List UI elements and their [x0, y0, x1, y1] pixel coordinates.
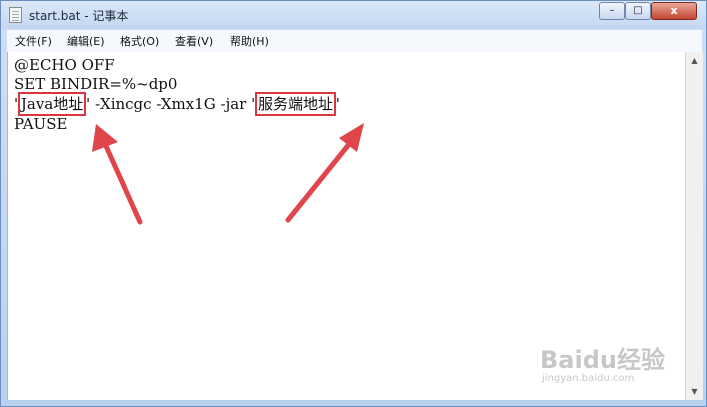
java-path-placeholder: Java地址 [17, 92, 87, 116]
close-quote: " [333, 95, 340, 113]
menu-view[interactable]: 查看(V) [175, 33, 213, 49]
title-bar[interactable]: start.bat - 记事本 – □ x [1, 1, 706, 29]
menu-edit[interactable]: 编辑(E) [67, 33, 105, 49]
line-echo-off: @ECHO OFF [14, 56, 115, 74]
menu-bar: 文件(F) 编辑(E) 格式(O) 查看(V) 帮助(H) [7, 30, 702, 53]
minimize-button[interactable]: – [599, 2, 625, 20]
watermark-brand: Baidu经验 [540, 346, 665, 374]
notepad-icon [9, 7, 22, 23]
menu-format[interactable]: 格式(O) [120, 33, 159, 49]
close-button[interactable]: x [651, 2, 697, 20]
maximize-button[interactable]: □ [625, 2, 651, 20]
baidu-watermark: Baidu经验 jingyan.baidu.com [530, 330, 700, 390]
watermark-url: jingyan.baidu.com [542, 373, 635, 384]
menu-help[interactable]: 帮助(H) [230, 33, 269, 49]
server-path-placeholder: 服务端地址 [255, 92, 337, 116]
window-title: start.bat - 记事本 [29, 9, 129, 23]
line-set-bindir: SET BINDIR=%~dp0 [14, 75, 178, 93]
java-args: " -Xincgc -Xmx1G -jar " [83, 95, 259, 113]
line-java-command: "Java地址" -Xincgc -Xmx1G -jar "服务端地址" [14, 92, 340, 116]
line-pause: PAUSE [14, 115, 68, 133]
open-quote: " [14, 95, 21, 113]
menu-file[interactable]: 文件(F) [15, 33, 52, 49]
scroll-up-arrow-icon[interactable]: ▲ [686, 52, 703, 69]
